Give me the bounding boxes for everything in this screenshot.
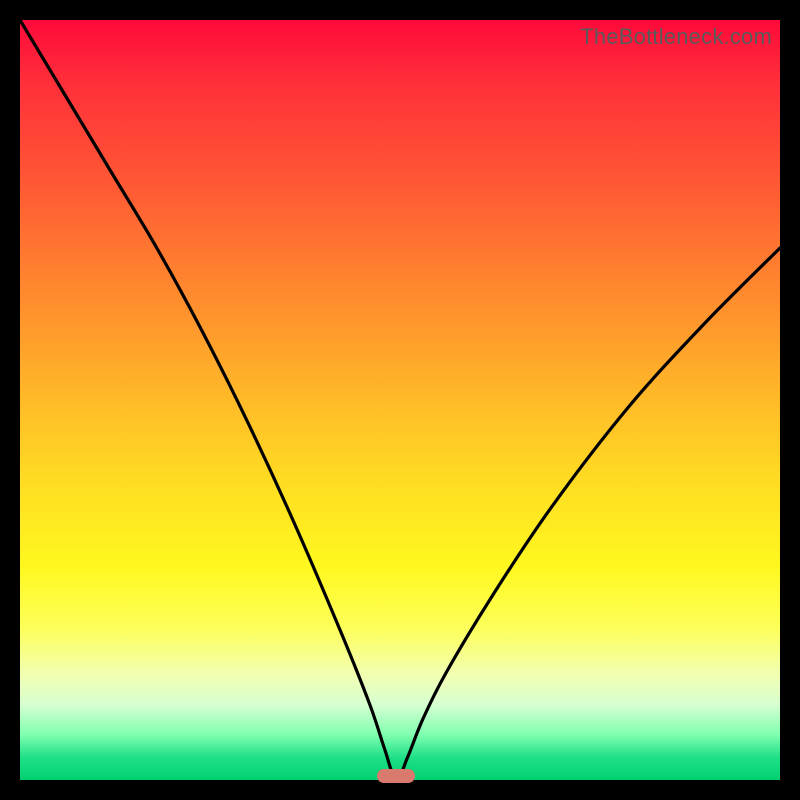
chart-frame: TheBottleneck.com — [20, 20, 780, 780]
optimal-point-marker — [377, 769, 415, 783]
bottleneck-curve — [20, 20, 780, 780]
watermark-text: TheBottleneck.com — [580, 24, 772, 50]
